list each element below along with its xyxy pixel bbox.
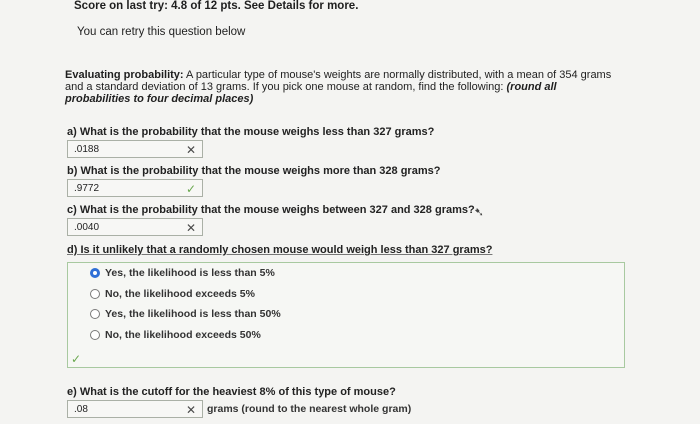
check-icon: ✓ <box>185 182 196 196</box>
option-4[interactable]: No, the likelihood exceeds 50% <box>90 329 261 341</box>
answer-e-suffix: grams (round to the nearest whole gram) <box>207 403 412 415</box>
question-d-options: Yes, the likelihood is less than 5% No, … <box>67 262 625 368</box>
answer-e-value: .08 <box>74 404 88 415</box>
option-1-label: Yes, the likelihood is less than 5% <box>105 267 275 279</box>
score-line: Score on last try: 4.8 of 12 pts. See De… <box>74 0 359 12</box>
check-icon: ✓ <box>71 352 82 366</box>
x-icon: ✕ <box>185 403 196 417</box>
question-c: c) What is the probability that the mous… <box>67 204 475 216</box>
option-3[interactable]: Yes, the likelihood is less than 50% <box>90 308 281 320</box>
x-icon: ✕ <box>185 221 196 235</box>
option-3-label: Yes, the likelihood is less than 50% <box>105 308 281 320</box>
question-b: b) What is the probability that the mous… <box>67 165 441 177</box>
x-icon: ✕ <box>185 143 196 157</box>
question-e: e) What is the cutoff for the heaviest 8… <box>67 386 396 398</box>
answer-b-input[interactable]: .9772 ✓ <box>67 179 203 197</box>
problem-label: Evaluating probability: <box>65 69 184 81</box>
answer-e-input[interactable]: .08 ✕ <box>67 400 203 418</box>
answer-b-value: .9772 <box>74 183 100 194</box>
cursor-icon: ➷ <box>474 205 485 219</box>
answer-a-value: .0188 <box>74 144 100 155</box>
option-2-label: No, the likelihood exceeds 5% <box>105 288 255 300</box>
radio-icon[interactable] <box>90 330 100 340</box>
retry-line: You can retry this question below <box>77 26 246 38</box>
option-1[interactable]: Yes, the likelihood is less than 5% <box>90 267 275 279</box>
radio-icon[interactable] <box>90 289 100 299</box>
option-4-label: No, the likelihood exceeds 50% <box>105 329 261 341</box>
radio-selected-icon[interactable] <box>90 268 100 278</box>
question-d: d) Is it unlikely that a randomly chosen… <box>67 244 493 256</box>
answer-a-input[interactable]: .0188 ✕ <box>67 140 203 158</box>
answer-c-input[interactable]: .0040 ✕ <box>67 218 203 236</box>
problem-statement: Evaluating probability: A particular typ… <box>65 69 625 105</box>
answer-c-value: .0040 <box>74 222 100 233</box>
option-2[interactable]: No, the likelihood exceeds 5% <box>90 288 255 300</box>
question-a: a) What is the probability that the mous… <box>67 126 435 138</box>
radio-icon[interactable] <box>90 309 100 319</box>
